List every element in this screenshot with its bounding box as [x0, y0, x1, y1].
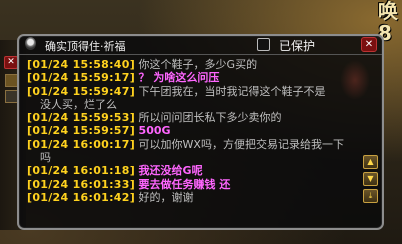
- chat-timestamp[interactable]: [01/24 16:01:33]: [27, 178, 135, 191]
- outgoing-message: ？ 为啥这么问压: [138, 71, 220, 85]
- chat-line: [01/24 16:01:42] 好的，谢谢: [27, 191, 357, 204]
- chat-line: [01/24 15:59:47] 下午团我在，当时我记得这个鞋子不是: [27, 85, 357, 98]
- window-title: 确实顶得住·祈福: [45, 40, 126, 53]
- chat-timestamp[interactable]: [01/24 15:59:57]: [27, 124, 135, 137]
- chat-line: [01/24 15:59:17] ？ 为啥这么问压: [27, 71, 357, 84]
- incoming-message: 所以问问团长私下多少卖你的: [138, 111, 282, 125]
- incoming-message: 你这个鞋子，多少G买的: [138, 58, 258, 71]
- outgoing-message: 要去做任务赚钱 还: [138, 177, 231, 191]
- protect-label: 已保护: [279, 39, 316, 53]
- chat-timestamp[interactable]: [01/24 15:59:53]: [27, 111, 135, 124]
- chat-log: [01/24 15:58:40] 你这个鞋子，多少G买的 [01/24 15:59…: [27, 58, 357, 204]
- close-button[interactable]: ✕: [361, 37, 377, 52]
- protect-checkbox[interactable]: [257, 38, 270, 51]
- chat-line: [01/24 16:01:33] 要去做任务赚钱 还: [27, 178, 357, 191]
- chat-line: [01/24 16:00:17] 可以加你WX吗，方便把交易记录给我一下: [27, 138, 357, 151]
- message-continuation: 没人买，烂了么: [40, 97, 117, 111]
- chat-timestamp[interactable]: [01/24 16:00:17]: [27, 138, 135, 151]
- chat-timestamp[interactable]: [01/24 15:59:17]: [27, 71, 135, 84]
- chat-line: [01/24 15:58:40] 你这个鞋子，多少G买的: [27, 58, 357, 71]
- chat-timestamp[interactable]: [01/24 15:58:40]: [27, 58, 135, 71]
- chat-line: [01/24 15:59:53] 所以问问团长私下多少卖你的: [27, 111, 357, 124]
- chat-line: [01/24 16:01:18] 我还没给G呢: [27, 164, 357, 177]
- outgoing-message: 500G: [138, 124, 171, 138]
- chat-line: [01/24 15:59:57] 500G: [27, 124, 357, 137]
- chat-timestamp[interactable]: [01/24 15:59:47]: [27, 85, 135, 98]
- scroll-to-bottom-icon[interactable]: ⤓: [363, 189, 378, 203]
- title-divider: [19, 54, 382, 55]
- dock-close-icon[interactable]: ✕: [4, 56, 18, 69]
- incoming-message: 可以加你WX吗，方便把交易记录给我一下: [138, 137, 344, 151]
- chat-timestamp[interactable]: [01/24 16:01:18]: [27, 164, 135, 177]
- chat-timestamp[interactable]: [01/24 16:01:42]: [27, 191, 135, 204]
- incoming-message: 下午团我在，当时我记得这个鞋子不是: [138, 84, 326, 98]
- outgoing-message: 我还没给G呢: [138, 164, 203, 178]
- player-portrait-icon: [25, 37, 36, 50]
- message-continuation: 吗: [40, 151, 51, 165]
- scroll-down-icon[interactable]: ▼: [363, 172, 378, 186]
- incoming-message: 好的，谢谢: [138, 190, 194, 204]
- scroll-up-icon[interactable]: ▲: [363, 155, 378, 169]
